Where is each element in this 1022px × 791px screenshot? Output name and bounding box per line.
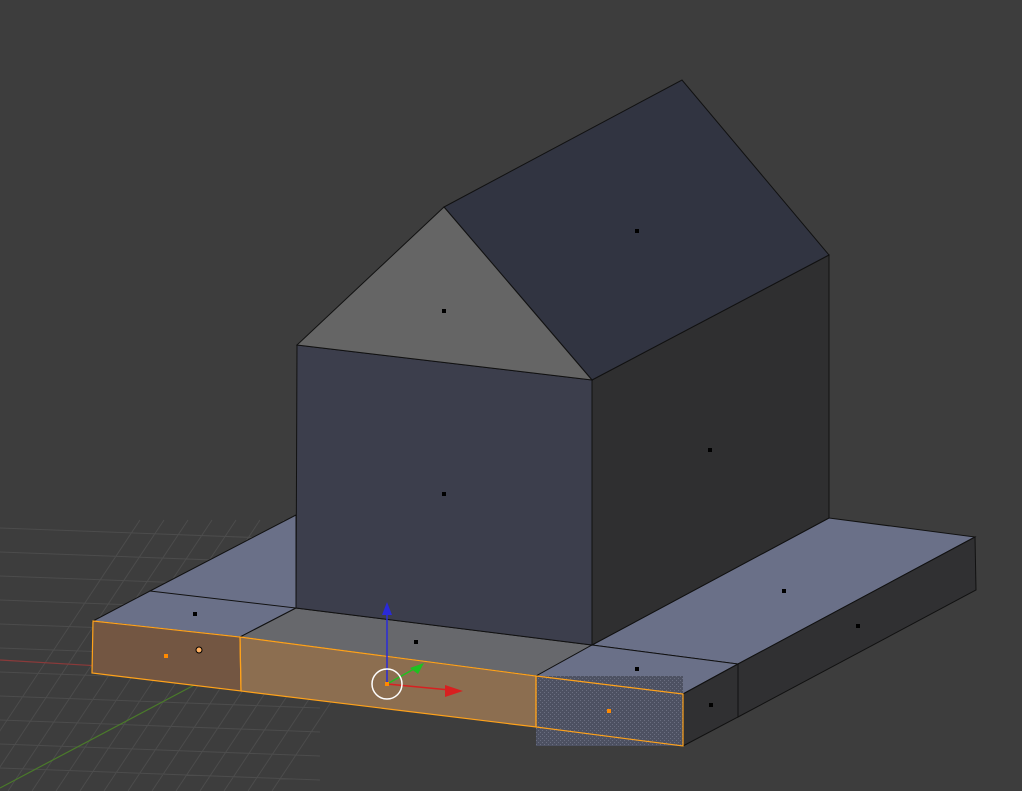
face-dot xyxy=(414,640,418,644)
face-dot xyxy=(442,492,446,496)
face-dot xyxy=(193,612,197,616)
face-dot xyxy=(782,589,786,593)
object-origin xyxy=(195,646,203,654)
face-dot xyxy=(708,448,712,452)
face-dot xyxy=(856,624,860,628)
face-dot xyxy=(442,309,446,313)
face-dot-selected xyxy=(164,654,168,658)
3d-scene[interactable] xyxy=(0,0,1022,791)
face-dot xyxy=(709,703,713,707)
pivot-point xyxy=(385,682,389,686)
face-dot xyxy=(635,667,639,671)
3d-viewport[interactable] xyxy=(0,0,1022,791)
house-mesh[interactable] xyxy=(91,79,977,747)
face-dot xyxy=(635,229,639,233)
face-dot-selected xyxy=(607,709,611,713)
